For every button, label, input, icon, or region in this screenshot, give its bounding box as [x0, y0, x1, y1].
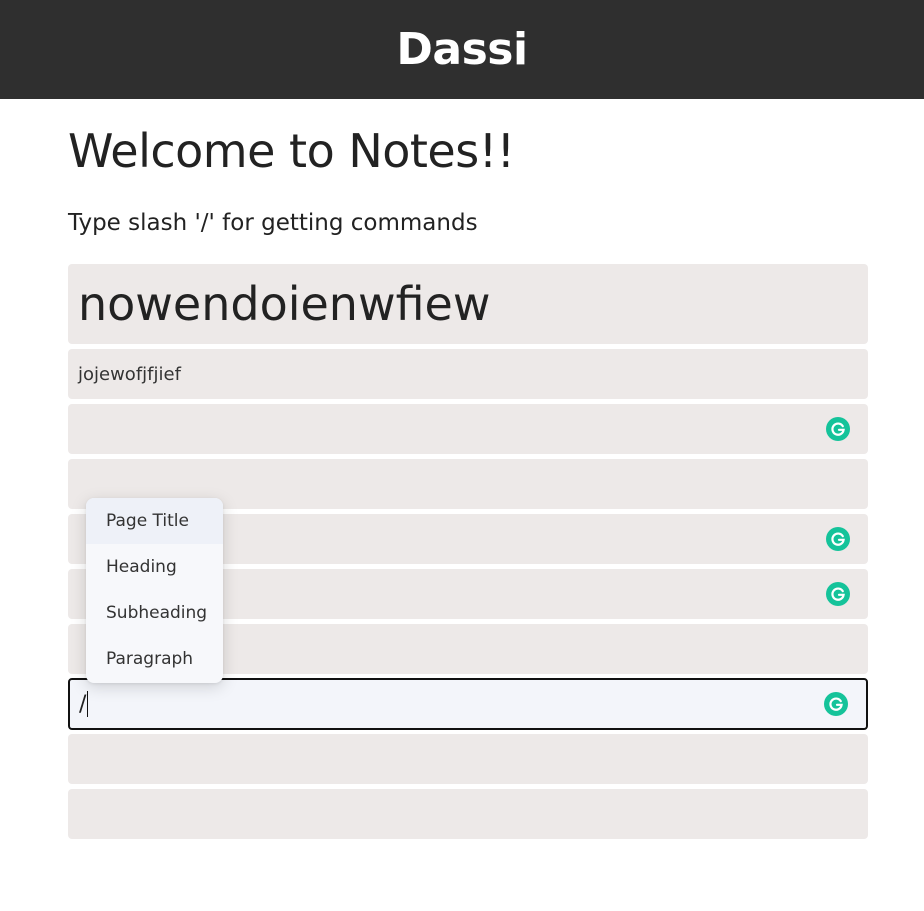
- grammarly-icon[interactable]: [826, 582, 850, 606]
- menu-item-paragraph[interactable]: Paragraph: [86, 636, 223, 682]
- note-block-active-input[interactable]: /: [68, 678, 868, 730]
- command-menu: Page Title Heading Subheading Paragraph: [86, 498, 223, 683]
- note-block-title[interactable]: nowendoienwfiew: [68, 264, 868, 344]
- note-block-paragraph[interactable]: jojewofjfjief: [68, 349, 868, 399]
- menu-item-subheading[interactable]: Subheading: [86, 590, 223, 636]
- text-caret: [87, 691, 89, 717]
- grammarly-icon[interactable]: [826, 527, 850, 551]
- note-block-empty[interactable]: [68, 404, 868, 454]
- app-header: Dassi: [0, 0, 924, 99]
- note-block-empty[interactable]: [68, 789, 868, 839]
- brand-title: Dassi: [396, 24, 528, 75]
- menu-item-heading[interactable]: Heading: [86, 544, 223, 590]
- block-text: jojewofjfjief: [78, 363, 181, 385]
- block-text: /: [79, 691, 87, 717]
- menu-item-page-title[interactable]: Page Title: [86, 498, 223, 544]
- block-text: nowendoienwfiew: [78, 277, 491, 331]
- note-block-empty[interactable]: [68, 734, 868, 784]
- page-title: Welcome to Notes!!: [68, 124, 515, 178]
- grammarly-icon[interactable]: [826, 417, 850, 441]
- grammarly-icon[interactable]: [824, 692, 848, 716]
- page-subtitle: Type slash '/' for getting commands: [68, 210, 478, 236]
